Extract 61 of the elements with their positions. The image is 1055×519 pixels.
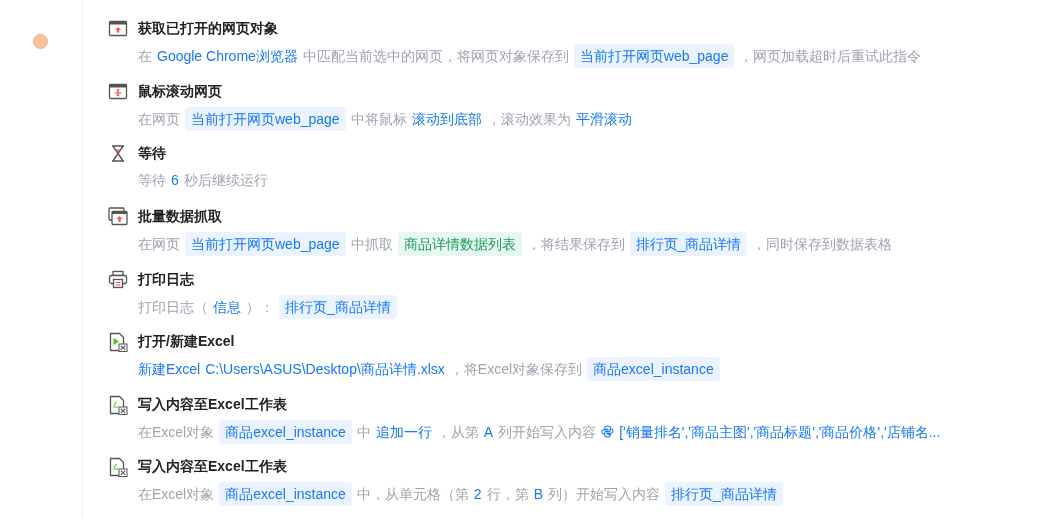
step-title[interactable]: 批量数据抓取 [138,205,893,226]
step-title[interactable]: 写入内容至Excel工作表 [138,456,783,477]
step-title[interactable]: 获取已打开的网页对象 [138,18,922,38]
data-list-tag[interactable]: 商品详情数据列表 [397,231,522,256]
description-text: 在Excel对象 [138,485,215,505]
parameter-link[interactable]: 追加一行 [375,420,432,443]
variable-tag[interactable]: 当前打开网页web_page [185,231,346,256]
printer-icon [108,269,128,289]
parameter-link[interactable]: 平滑滚动 [575,107,632,130]
step-title[interactable]: 写入内容至Excel工作表 [138,393,941,414]
parameter-link[interactable]: Google Chrome浏览器 [157,45,298,67]
variable-tag[interactable]: 商品excel_instance [219,482,352,507]
description-text: ，将结果保存到 [526,234,625,254]
variable-tag[interactable]: 排行页_商品详情 [665,482,783,507]
spreadsheet-file-icon [108,394,128,415]
parameter-link[interactable]: 2 [473,483,482,506]
python-icon [601,425,615,439]
parameter-link[interactable]: B [533,483,543,506]
description-text: 行，第 [486,485,529,505]
variable-tag[interactable]: 商品excel_instance [587,357,720,382]
browser-window-icon [108,81,128,101]
parameter-link[interactable]: C:\Users\ASUS\Desktop\商品详情.xlsx [205,358,445,381]
description-text: 中将鼠标 [350,109,407,129]
parameter-link[interactable]: 滚动到底部 [411,107,482,130]
parameter-link[interactable]: 6 [171,169,179,192]
description-text: 在Excel对象 [138,422,215,442]
step-title[interactable]: 打开/新建Excel [138,331,720,352]
variable-tag[interactable]: 商品excel_instance [219,419,352,444]
description-text: 中匹配当前选中的网页，将网页对象保存到 [302,47,569,66]
description-text: ，滚动效果为 [486,109,571,129]
description-text: 列）开始写入内容 [548,485,660,505]
step-title[interactable]: 鼠标滚动网页 [138,80,632,101]
description-text: ，将Excel对象保存到 [449,360,583,380]
variable-tag[interactable]: 排行页_商品详情 [629,231,748,256]
description-text: ，从第 [436,422,479,442]
browser-windows-icon [108,206,128,226]
description-text: 在网页 [138,109,180,129]
description-text: 中 [356,422,371,442]
parameter-link[interactable]: A [483,420,494,443]
description-text: 在 [138,47,152,66]
parameter-link[interactable]: ['销量排名','商品主图','商品标题','商品价格','店铺名... [619,420,941,443]
description-text: 中抓取 [350,234,393,254]
description-text: 列开始写入内容 [498,422,597,442]
description-text: 打印日志（ [138,297,208,317]
browser-window-icon [108,19,128,38]
variable-tag[interactable]: 排行页_商品详情 [279,294,397,319]
step-title[interactable]: 打印日志 [138,268,397,289]
step-title[interactable]: 等待 [138,143,268,164]
description-text: 在网页 [138,234,180,254]
description-text: 等待 [138,171,166,191]
description-text: ，同时保存到数据表格 [752,234,893,254]
spreadsheet-file-icon [108,332,128,353]
spreadsheet-file-icon [108,457,128,478]
description-text: 秒后继续运行 [183,171,268,191]
variable-tag[interactable]: 当前打开网页web_page [573,44,735,68]
variable-tag[interactable]: 当前打开网页web_page [185,106,346,131]
description-text: ）： [246,297,274,317]
description-text: 中，从单元格（第 [356,485,469,505]
parameter-link[interactable]: 信息 [213,295,241,318]
parameter-link[interactable]: 新建Excel [138,358,201,381]
description-text: ，网页加载超时后重试此指令 [739,47,922,66]
